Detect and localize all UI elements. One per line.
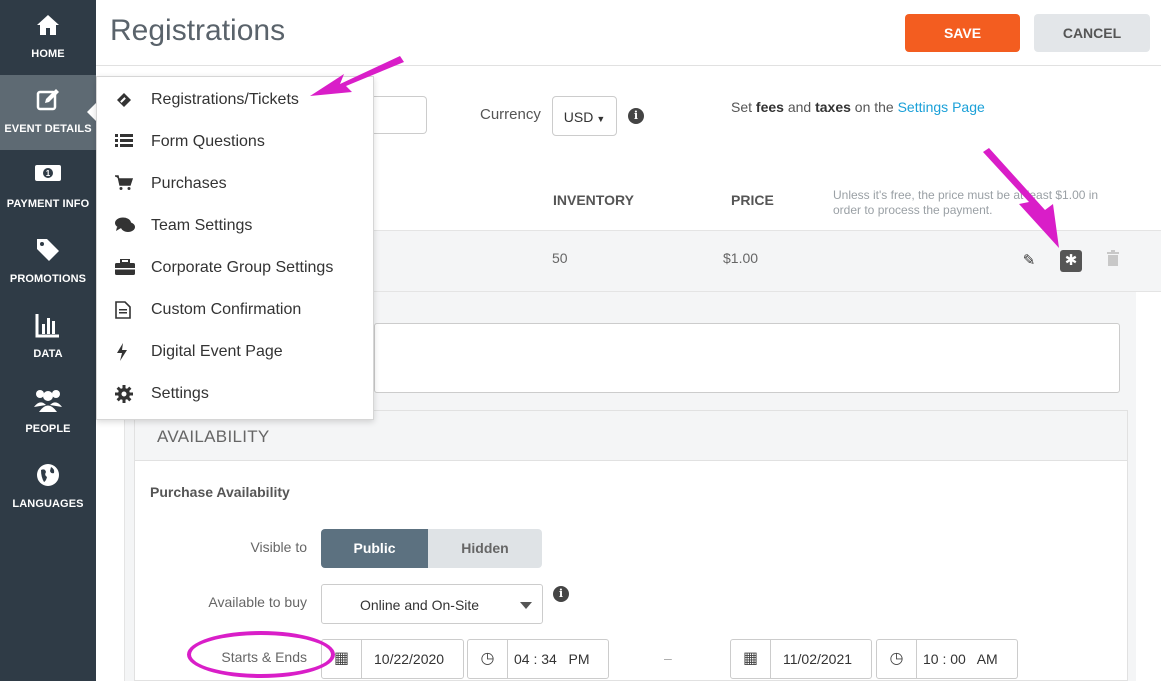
start-date-field[interactable]: ▦ 10/22/2020 bbox=[321, 639, 464, 679]
info-icon[interactable]: i bbox=[628, 108, 644, 124]
note-text: and bbox=[783, 99, 816, 115]
column-header-price: PRICE bbox=[731, 192, 774, 208]
note-text: Set bbox=[731, 99, 756, 115]
menu-item-purchases[interactable]: Purchases bbox=[97, 165, 373, 205]
chat-icon bbox=[115, 217, 135, 237]
settings-page-link[interactable]: Settings Page bbox=[898, 99, 985, 115]
sidebar-item-promotions[interactable]: PROMOTIONS bbox=[0, 225, 96, 300]
menu-item-form-questions[interactable]: Form Questions bbox=[97, 123, 373, 163]
start-time-value: 04 : 34 PM bbox=[514, 651, 590, 667]
trash-icon[interactable] bbox=[1102, 250, 1124, 272]
sidebar-item-label: EVENT DETAILS bbox=[4, 123, 92, 135]
note-taxes: taxes bbox=[815, 99, 851, 115]
sidebar: HOME EVENT DETAILS 1 PAYMENT INFO PROMOT… bbox=[0, 0, 96, 681]
menu-item-label: Settings bbox=[151, 385, 209, 402]
sidebar-item-label: PEOPLE bbox=[25, 423, 71, 435]
sidebar-item-label: PROMOTIONS bbox=[9, 273, 87, 285]
menu-item-label: Form Questions bbox=[151, 133, 265, 150]
end-date-field[interactable]: ▦ 11/02/2021 bbox=[730, 639, 872, 679]
edit-icon bbox=[0, 87, 96, 117]
page-header: Registrations SAVE CANCEL bbox=[96, 0, 1161, 66]
chevron-down-icon bbox=[520, 602, 532, 609]
start-time-field[interactable]: ◷ 04 : 34 PM bbox=[467, 639, 609, 679]
currency-label: Currency bbox=[480, 106, 541, 123]
sidebar-item-data[interactable]: DATA bbox=[0, 300, 96, 375]
end-time-value: 10 : 00 AM bbox=[923, 651, 998, 667]
page-title: Registrations bbox=[110, 14, 286, 47]
annotation-circle bbox=[187, 631, 335, 678]
menu-item-digital-event-page[interactable]: Digital Event Page bbox=[97, 333, 373, 373]
available-to-buy-label: Available to buy bbox=[208, 594, 307, 610]
save-button[interactable]: SAVE bbox=[905, 14, 1020, 52]
briefcase-icon bbox=[115, 258, 135, 279]
people-icon bbox=[0, 387, 96, 417]
menu-item-label: Corporate Group Settings bbox=[151, 259, 334, 276]
availability-title: AVAILABILITY bbox=[157, 427, 270, 446]
cancel-button[interactable]: CANCEL bbox=[1034, 14, 1150, 52]
ticket-price: $1.00 bbox=[723, 250, 759, 266]
sidebar-item-payment-info[interactable]: 1 PAYMENT INFO bbox=[0, 150, 96, 225]
money-icon: 1 bbox=[0, 162, 96, 192]
purchase-availability-title: Purchase Availability bbox=[150, 484, 290, 500]
tag-icon bbox=[0, 237, 96, 267]
clock-icon: ◷ bbox=[877, 640, 917, 678]
menu-item-label: Custom Confirmation bbox=[151, 301, 302, 318]
currency-select[interactable]: USD ▼ bbox=[552, 96, 617, 136]
gear-icon bbox=[115, 385, 135, 405]
settings-note: Set fees and taxes on the Settings Page bbox=[731, 99, 985, 115]
sidebar-item-home[interactable]: HOME bbox=[0, 0, 96, 75]
document-icon bbox=[115, 301, 135, 321]
visible-to-label: Visible to bbox=[250, 539, 307, 555]
clock-icon: ◷ bbox=[468, 640, 508, 678]
range-dash: – bbox=[664, 650, 672, 666]
chevron-down-icon: ▼ bbox=[596, 114, 606, 124]
start-date-value: 10/22/2020 bbox=[374, 651, 445, 667]
sidebar-item-label: LANGUAGES bbox=[12, 498, 84, 510]
end-date-value: 11/02/2021 bbox=[783, 651, 853, 667]
menu-item-label: Digital Event Page bbox=[151, 343, 283, 360]
event-details-menu: Registrations/Tickets Form Questions Pur… bbox=[96, 76, 374, 420]
menu-item-custom-confirmation[interactable]: Custom Confirmation bbox=[97, 291, 373, 331]
info-icon[interactable]: i bbox=[553, 586, 569, 602]
menu-item-label: Registrations/Tickets bbox=[151, 91, 299, 108]
sidebar-item-people[interactable]: PEOPLE bbox=[0, 375, 96, 450]
column-header-inventory: INVENTORY bbox=[553, 192, 634, 208]
end-time-field[interactable]: ◷ 10 : 00 AM bbox=[876, 639, 1018, 679]
cart-icon bbox=[115, 175, 135, 195]
bar-chart-icon bbox=[0, 312, 96, 342]
menu-item-team-settings[interactable]: Team Settings bbox=[97, 207, 373, 247]
menu-item-corporate-group-settings[interactable]: Corporate Group Settings bbox=[97, 249, 373, 289]
visibility-public-toggle[interactable]: Public bbox=[321, 529, 428, 568]
sidebar-item-languages[interactable]: LANGUAGES bbox=[0, 450, 96, 525]
menu-item-label: Team Settings bbox=[151, 217, 253, 234]
menu-item-settings[interactable]: Settings bbox=[97, 375, 373, 415]
ticket-inventory: 50 bbox=[552, 250, 568, 266]
visibility-hidden-toggle[interactable]: Hidden bbox=[428, 529, 542, 568]
svg-text:1: 1 bbox=[46, 169, 51, 178]
sidebar-item-event-details[interactable]: EVENT DETAILS bbox=[0, 75, 96, 150]
sidebar-item-label: HOME bbox=[31, 48, 65, 60]
sidebar-item-label: DATA bbox=[33, 348, 63, 360]
menu-item-label: Purchases bbox=[151, 175, 227, 192]
currency-value: USD bbox=[563, 109, 594, 125]
list-icon bbox=[115, 133, 135, 153]
sidebar-item-label: PAYMENT INFO bbox=[6, 198, 90, 210]
bolt-icon bbox=[115, 343, 135, 363]
ticket-icon bbox=[115, 91, 135, 111]
available-to-buy-select[interactable]: Online and On-Site bbox=[321, 584, 543, 624]
select-value: Online and On-Site bbox=[360, 597, 480, 613]
annotation-arrow bbox=[983, 148, 1059, 248]
home-icon bbox=[0, 12, 96, 42]
annotation-arrow bbox=[310, 56, 404, 96]
globe-icon bbox=[0, 462, 96, 492]
note-fees: fees bbox=[755, 99, 784, 115]
calendar-icon: ▦ bbox=[731, 640, 771, 678]
note-text: on the bbox=[850, 99, 898, 115]
description-textarea[interactable] bbox=[374, 323, 1120, 393]
